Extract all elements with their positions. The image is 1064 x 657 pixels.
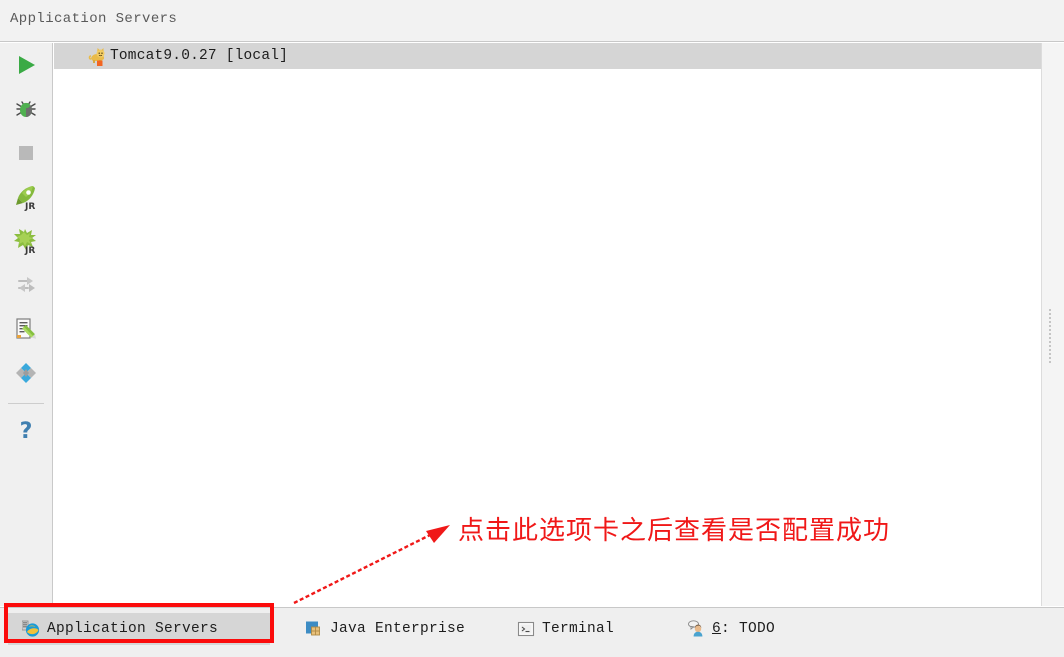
settings-button[interactable]	[0, 353, 52, 397]
undeploy-button[interactable]: JR	[0, 221, 52, 265]
java-enterprise-icon	[305, 620, 323, 638]
panel-titlebar: Application Servers	[0, 0, 1064, 42]
update-arrows-icon	[13, 272, 39, 303]
tab-todo[interactable]: 6: TODO	[687, 614, 775, 644]
stop-square-icon	[13, 140, 39, 171]
tomcat-cat-icon	[88, 47, 107, 66]
tab-terminal-label: Terminal	[542, 621, 615, 637]
panel-resize-grip[interactable]	[1048, 308, 1055, 363]
left-vertical-toolbar: JR JR ?	[0, 43, 53, 606]
question-mark-icon: ?	[13, 418, 39, 449]
server-list-row-label: Tomcat9.0.27 [local]	[110, 48, 289, 64]
tab-java-enterprise-label: Java Enterprise	[330, 621, 466, 637]
diamond-cluster-icon	[13, 360, 39, 391]
edit-document-icon	[13, 316, 39, 347]
terminal-icon	[517, 620, 535, 638]
annotation-arrow	[280, 515, 480, 615]
rocket-jr-icon: JR	[12, 183, 40, 216]
redeploy-button[interactable]	[0, 265, 52, 309]
stop-button[interactable]	[0, 133, 52, 177]
svg-text:JR: JR	[24, 202, 35, 211]
tab-todo-label: 6: TODO	[712, 621, 775, 637]
debug-button[interactable]	[0, 89, 52, 133]
help-button[interactable]: ?	[0, 411, 52, 455]
edit-configuration-button[interactable]	[0, 309, 52, 353]
page-title: Application Servers	[10, 11, 178, 27]
toolbar-divider	[8, 403, 44, 404]
tab-terminal[interactable]: Terminal	[517, 614, 614, 644]
annotation-label: 点击此选项卡之后查看是否配置成功	[458, 516, 891, 546]
server-list-row-tomcat[interactable]: Tomcat9.0.27 [local]	[54, 43, 1041, 69]
tab-todo-mnemonic: 6	[712, 621, 722, 637]
deploy-button[interactable]: JR	[0, 177, 52, 221]
todo-person-icon	[687, 620, 705, 638]
annotation-highlight-box	[4, 603, 274, 643]
tab-todo-text: : TODO	[721, 621, 776, 637]
tab-java-enterprise[interactable]: Java Enterprise	[305, 614, 465, 644]
svg-text:?: ?	[20, 419, 33, 444]
run-button[interactable]	[0, 45, 52, 89]
svg-text:JR: JR	[24, 246, 35, 255]
debug-bug-icon	[13, 96, 39, 127]
splat-jr-icon: JR	[12, 227, 40, 260]
run-play-icon	[13, 52, 39, 83]
